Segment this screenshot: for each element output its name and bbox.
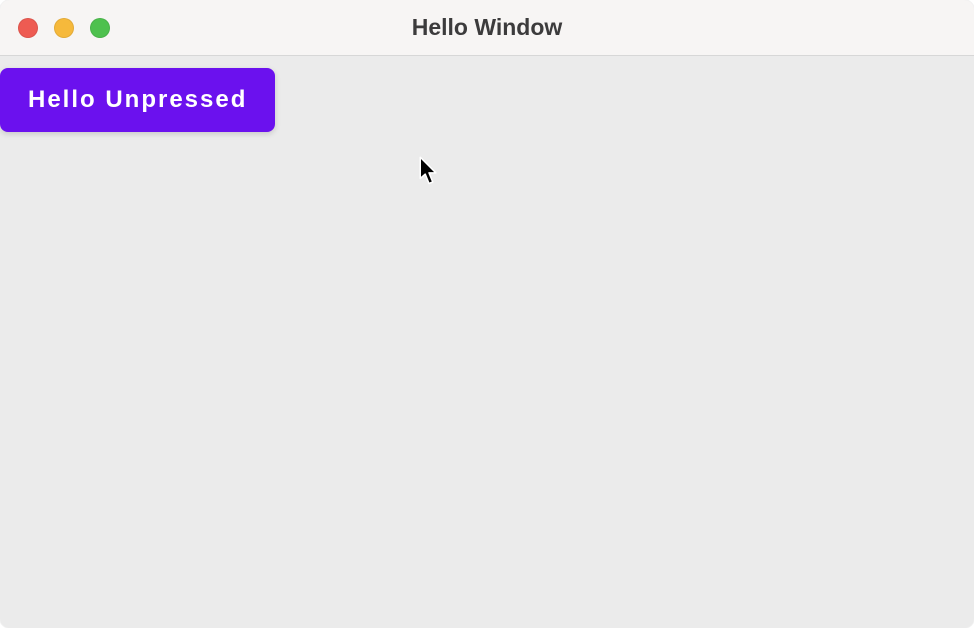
- maximize-icon[interactable]: [90, 18, 110, 38]
- traffic-lights: [18, 18, 110, 38]
- close-icon[interactable]: [18, 18, 38, 38]
- window-title: Hello Window: [0, 14, 974, 41]
- hello-button[interactable]: Hello Unpressed: [0, 68, 275, 132]
- window-content: Hello Unpressed: [0, 56, 974, 628]
- titlebar: Hello Window: [0, 0, 974, 56]
- minimize-icon[interactable]: [54, 18, 74, 38]
- app-window: Hello Window Hello Unpressed: [0, 0, 974, 628]
- cursor-icon: [418, 156, 440, 186]
